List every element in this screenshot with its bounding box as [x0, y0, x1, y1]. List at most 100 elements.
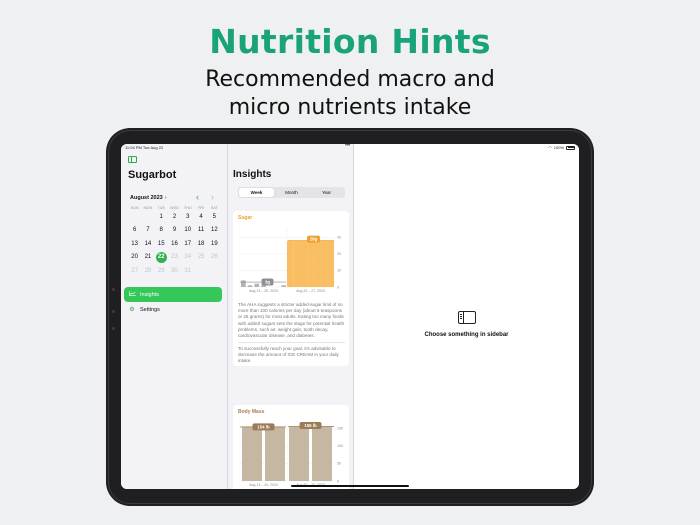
calendar-day[interactable]: 29: [155, 268, 168, 274]
average-label: 155 lb: [304, 423, 317, 428]
calendar-day[interactable]: 13: [128, 241, 141, 247]
sugar-bar: [287, 240, 294, 287]
calendar-day[interactable]: 4: [194, 214, 207, 220]
sidebar-item-settings[interactable]: ⚙ Settings: [124, 302, 222, 317]
hero-title: Nutrition Hints: [209, 22, 491, 61]
weekday-label: WED: [170, 206, 179, 210]
calendar-day[interactable]: 10: [181, 227, 194, 233]
sidebar-item-label: Insights: [140, 291, 159, 298]
sugar-card[interactable]: Sugar 0 10 20 30 Aug 13 – 20, 2023 Aug 20 – 2…: [233, 211, 349, 366]
sidebar-item-label: Settings: [140, 306, 160, 313]
calendar-day[interactable]: 5: [208, 214, 221, 220]
x-axis-label: Aug 13 – 20, 2023: [249, 289, 278, 293]
y-tick-label: 30: [337, 236, 341, 240]
body-mass-bar: [242, 426, 262, 481]
calendar-day[interactable]: 20: [128, 254, 141, 260]
calendar-day[interactable]: 12: [208, 227, 221, 233]
battery-percent: 100%: [553, 145, 564, 150]
calendar-day[interactable]: 22: [155, 251, 168, 263]
empty-state-text: Choose something in sidebar: [424, 332, 509, 338]
home-indicator[interactable]: [291, 485, 409, 487]
weekday-label: THU: [183, 206, 192, 210]
calendar-day[interactable]: 9: [168, 227, 181, 233]
sidebar-title: Sugarbot: [128, 169, 177, 181]
calendar-day[interactable]: 25: [194, 254, 207, 260]
calendar-day[interactable]: 23: [168, 254, 181, 260]
weekday-label: SUN: [130, 206, 139, 210]
sugar-chart: 0 10 20 30 Aug 13 – 20, 2023 Aug 20 – 27, 202…: [238, 225, 348, 295]
status-time-date: 11:04 PM Tue Aug 22: [125, 145, 164, 150]
gear-icon: ⚙: [129, 307, 135, 313]
calendar-day[interactable]: 7: [141, 227, 154, 233]
weekday-label: MON: [143, 206, 153, 210]
calendar-day[interactable]: 1: [155, 214, 168, 220]
calendar-day[interactable]: 6: [128, 227, 141, 233]
weekday-label: TUE: [157, 206, 165, 210]
app-screen: 11:04 PM Tue Aug 22 ••• ◠ 100% Sugarbot …: [121, 144, 579, 489]
calendar-day[interactable]: 21: [141, 254, 154, 260]
calendar-day[interactable]: 17: [181, 241, 194, 247]
calendar-day[interactable]: 3: [181, 214, 194, 220]
x-axis-label: Aug 13 – 20, 2023: [249, 483, 278, 487]
sugar-bar: [313, 240, 321, 287]
body-mass-chart: 050100150Aug 13 – 20, 2023Aug 20 – 27, 2…: [238, 419, 348, 489]
status-right: ◠ 100%: [548, 145, 575, 150]
card-title: Body Mass: [238, 409, 265, 415]
calendar-day[interactable]: 8: [155, 227, 168, 233]
wifi-icon: ◠: [548, 145, 552, 150]
body-mass-bar: [265, 426, 285, 481]
calendar-week: 27 28 29 30 31: [128, 264, 221, 278]
calendar-day[interactable]: 2: [168, 214, 181, 220]
next-month-chevron-icon[interactable]: ›: [211, 192, 214, 202]
body-mass-card[interactable]: Body Mass 050100150Aug 13 – 20, 2023Aug …: [233, 405, 349, 489]
sugar-advice-text: The AHA suggests a stricter added-sugar …: [238, 302, 345, 339]
sugar-bar: [300, 240, 308, 287]
sidebar-item-insights[interactable]: Insights: [124, 287, 222, 302]
calendar-day[interactable]: 14: [141, 241, 154, 247]
calendar-day[interactable]: 30: [168, 268, 181, 274]
calendar-day[interactable]: 24: [181, 254, 194, 260]
body-mass-bar: [289, 426, 309, 481]
segment-week[interactable]: Week: [239, 188, 274, 197]
y-tick-label: 10: [337, 269, 341, 273]
previous-month-chevron-icon[interactable]: ‹: [196, 192, 199, 202]
calendar-day[interactable]: 26: [208, 254, 221, 260]
y-tick-label: 150: [337, 427, 343, 431]
calendar-day[interactable]: 15: [155, 241, 168, 247]
card-title: Sugar: [238, 215, 253, 221]
calendar-week: 12345: [128, 210, 221, 224]
period-segmented-control: Week Month Year: [238, 187, 345, 198]
sugar-bar: [241, 280, 246, 287]
calendar-day[interactable]: 11: [194, 227, 207, 233]
y-tick-label: 0: [337, 285, 339, 289]
month-selector[interactable]: August 2023 ›: [130, 195, 167, 201]
battery-icon: [566, 145, 575, 150]
y-tick-label: 100: [337, 444, 343, 448]
insights-panel: Insights Week Month Year Sugar 0 10 20 30 Au…: [228, 144, 354, 489]
sidebar-placeholder-icon: [458, 311, 476, 324]
calendar-day[interactable]: 18: [194, 241, 207, 247]
hero-subtitle: Recommended macro and micro nutrients in…: [0, 66, 700, 122]
body-mass-bar: [312, 426, 332, 481]
detail-pane: Choose something in sidebar: [354, 144, 579, 489]
page-title: Insights: [233, 169, 272, 180]
multitasking-dots-icon[interactable]: •••: [345, 144, 350, 149]
segment-year[interactable]: Year: [309, 188, 344, 197]
side-camera-dot: [112, 327, 115, 330]
side-camera-dot: [112, 310, 115, 313]
y-tick-label: 20: [337, 252, 341, 256]
sugar-bar: [254, 283, 260, 287]
sugar-bar: [320, 240, 328, 287]
calendar-day[interactable]: 27: [128, 268, 141, 274]
y-tick-label: 50: [337, 462, 341, 466]
calendar-day[interactable]: 28: [141, 268, 154, 274]
segment-month[interactable]: Month: [274, 188, 309, 197]
status-bar: 11:04 PM Tue Aug 22 ••• ◠ 100%: [121, 144, 579, 152]
calendar-day[interactable]: 19: [208, 241, 221, 247]
side-camera-dot: [112, 288, 115, 291]
calendar-day[interactable]: 16: [168, 241, 181, 247]
weekday-label: SAT: [210, 206, 218, 210]
calendar-day[interactable]: 31: [181, 268, 194, 274]
sidebar-toggle-icon[interactable]: [128, 156, 137, 163]
sugar-goal-text: To successfully reach your goal, it's ad…: [238, 346, 339, 364]
